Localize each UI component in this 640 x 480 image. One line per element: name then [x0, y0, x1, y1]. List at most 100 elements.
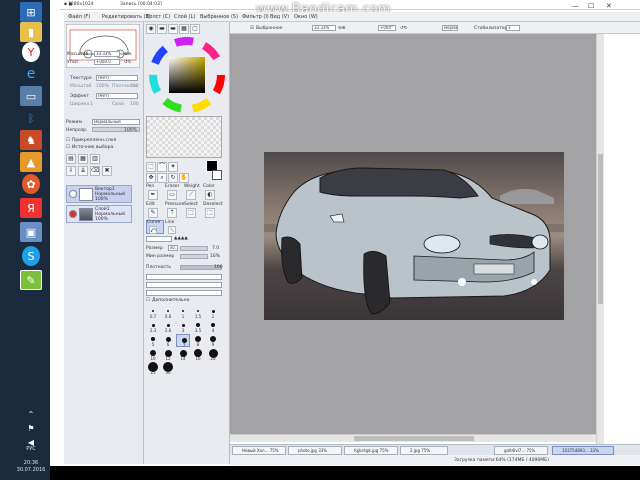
menu-canvas[interactable]: Холст (C) — [146, 14, 170, 20]
tool-color-label[interactable]: Color — [203, 184, 215, 189]
tool-weight-label[interactable]: Weight — [184, 184, 200, 189]
close-button[interactable]: ✕ — [606, 2, 612, 10]
document-tab[interactable]: 2.jpg 75% — [400, 446, 448, 455]
merge-down-icon[interactable]: ⇊ — [78, 166, 88, 176]
texture-select[interactable]: (Нет) — [96, 75, 138, 81]
scratch-pad[interactable] — [146, 116, 222, 158]
brush-shapes-icon[interactable]: ▲▲▲▲ — [174, 236, 188, 241]
program-icon[interactable]: ▲ — [20, 152, 42, 172]
color-tool-icon[interactable]: ◐ — [205, 190, 215, 200]
yandex-icon[interactable]: Я — [20, 198, 42, 218]
brush-size-grid[interactable]: 0.7 0.8 1 1.5 2 2.3 2.6 3 3.5 4 5 6 7 8 9 10 12 14 16 20 25 3… — [146, 306, 222, 406]
size-slider[interactable] — [180, 246, 208, 251]
scratchpad-icon[interactable]: ▢ — [190, 24, 200, 34]
yandex-browser-icon[interactable]: Y — [22, 42, 40, 62]
color-wheel[interactable] — [148, 36, 226, 114]
menu-window[interactable]: Окно (W) — [294, 14, 318, 20]
brush-size-option[interactable]: 0.8 — [161, 306, 175, 319]
brush-size-option[interactable]: 30 — [161, 362, 175, 375]
tool-edit-label[interactable]: Edit — [146, 202, 155, 207]
folder-icon[interactable]: ▮ — [20, 22, 42, 42]
lasso-tool-icon[interactable]: ⌒ — [157, 162, 167, 172]
brush-size-option[interactable]: 1.5 — [191, 306, 205, 319]
clear-layer-icon[interactable]: ⌫ — [90, 166, 100, 176]
tool-pen-label[interactable]: Pen — [146, 184, 154, 189]
tool-select-label[interactable]: Select — [184, 202, 198, 207]
brush-size-option[interactable]: 1 — [176, 306, 190, 319]
deselect-stroke-icon[interactable]: ⬚ — [205, 208, 215, 218]
zoom-buttons[interactable]: ⊕⊖ — [124, 52, 132, 57]
scale-field[interactable]: 33.33% — [94, 51, 120, 57]
secondary-color-swatch[interactable] — [212, 170, 222, 180]
visibility-eye-icon[interactable] — [69, 190, 77, 198]
new-folder-icon[interactable]: ▥ — [90, 154, 100, 164]
brush-size-option[interactable]: 2.3 — [146, 320, 160, 333]
size-multiplier[interactable]: x0.1 — [168, 245, 178, 251]
bluetooth-icon[interactable]: ᛒ — [20, 108, 42, 128]
swatches-icon[interactable]: ▦ — [179, 24, 189, 34]
layer-row[interactable]: Вектор1 Нормальный 100% — [66, 185, 132, 203]
skype-icon[interactable]: S — [22, 246, 40, 266]
texture-row[interactable] — [146, 274, 222, 280]
maximize-button[interactable]: ☐ — [588, 2, 594, 10]
brush-size-option[interactable]: 7 — [176, 334, 190, 348]
brush-size-option[interactable]: 0.7 — [146, 306, 160, 319]
clock-time[interactable]: 20:36 — [14, 460, 48, 466]
blend-mode-field[interactable]: Нормальный — [442, 25, 458, 31]
brush-size-option[interactable]: 9 — [206, 334, 220, 347]
move-tool-icon[interactable]: ✥ — [146, 173, 156, 183]
pressure-tool-icon[interactable]: ⇡ — [167, 208, 177, 218]
hsv-slider-icon[interactable]: ▬ — [168, 24, 178, 34]
new-layer-icon[interactable]: ▤ — [66, 154, 76, 164]
brush-size-option[interactable]: 16 — [191, 348, 205, 361]
menu-view[interactable]: Вид (V) — [270, 14, 289, 20]
tool-line-label[interactable]: Line — [165, 220, 174, 225]
brush-shape-select[interactable] — [146, 236, 172, 242]
internet-explorer-icon[interactable]: e — [20, 64, 42, 84]
rotate-tool-icon[interactable]: ↻ — [168, 173, 178, 183]
vertical-scroll-thumb[interactable] — [598, 154, 603, 304]
eraser-tool-icon[interactable]: ▭ — [167, 190, 177, 200]
brush-size-option[interactable]: 2.6 — [161, 320, 175, 333]
document-tab[interactable]: Новый Хол... 75% — [232, 446, 286, 455]
brush-size-option[interactable]: 10 — [146, 348, 160, 361]
canvas-area[interactable] — [230, 34, 596, 434]
brush-size-option[interactable]: 25 — [146, 362, 160, 375]
document-tab-active[interactable]: 103754893... 33% — [552, 446, 614, 455]
brush-size-option[interactable]: 20 — [206, 348, 220, 361]
minimize-button[interactable]: — — [572, 2, 579, 10]
tool-pressure-label[interactable]: Pressure — [165, 202, 184, 207]
blend-mode-select[interactable]: Нормальный — [92, 119, 140, 125]
select-toggle-icon[interactable]: ☑ — [250, 26, 254, 31]
layer-row[interactable]: Слой1 Нормальный 100% — [66, 205, 132, 223]
language-indicator[interactable]: РУС — [14, 446, 48, 452]
computer-icon[interactable]: ▭ — [20, 86, 42, 106]
rotate-buttons[interactable]: ↺↻ — [400, 26, 408, 31]
horizontal-scroll-thumb[interactable] — [354, 436, 474, 441]
selection-source-checkbox[interactable]: ☐ — [66, 145, 70, 150]
network-icon[interactable]: ▣ — [20, 222, 42, 242]
document-tab[interactable]: fqjkshgk.jpg 75% — [344, 446, 398, 455]
paint-tool-sai-icon[interactable]: ✎ — [20, 270, 42, 290]
select-tool-icon[interactable]: ⬚ — [146, 162, 156, 172]
document-tab[interactable]: photo.jpg 33% — [288, 446, 342, 455]
brush-size-option[interactable]: 5 — [146, 334, 160, 347]
start-button[interactable]: ⊞ — [20, 2, 42, 22]
rotate-buttons[interactable]: ↺↻ — [124, 60, 132, 65]
zoom-field[interactable]: 33.33% — [312, 25, 336, 31]
brush-size-option[interactable]: 14 — [176, 348, 190, 361]
tool-eraser-label[interactable]: Eraser — [165, 184, 179, 189]
document-tab[interactable]: galt4lvl7... 75% — [494, 446, 548, 455]
angle-field[interactable]: +000.0 — [94, 59, 120, 65]
rgb-slider-icon[interactable]: ▬ — [157, 24, 167, 34]
zoom-tool-icon[interactable]: ⌕ — [157, 173, 167, 183]
stabilizer-field[interactable]: 3 — [506, 25, 520, 31]
menu-filter[interactable]: Фильтр (I) — [242, 14, 269, 20]
brush-size-option[interactable]: 2 — [206, 306, 220, 319]
brush-size-option[interactable]: 8 — [191, 334, 205, 347]
angle-field[interactable]: +000° — [378, 25, 396, 31]
menu-edit[interactable]: Редактировать (E) — [102, 14, 151, 20]
media-player-icon[interactable]: ✿ — [22, 174, 40, 194]
min-size-slider[interactable] — [180, 254, 208, 259]
effect-select[interactable]: (Нет) — [96, 93, 138, 99]
